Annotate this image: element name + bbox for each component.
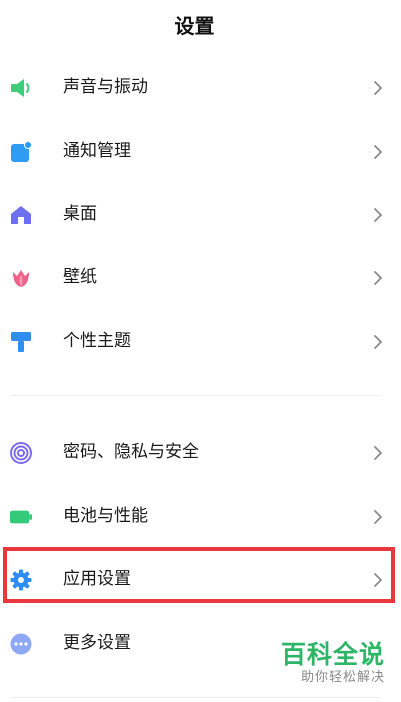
- settings-item-label: 桌面: [63, 204, 97, 224]
- notification-icon: [11, 141, 32, 162]
- more-dots-icon: [10, 633, 32, 655]
- chevron-right-icon: [374, 335, 382, 349]
- fingerprint-icon: [10, 442, 32, 464]
- chevron-right-icon: [374, 510, 382, 524]
- speaker-icon: [11, 79, 30, 97]
- section-divider: [10, 395, 380, 396]
- settings-item-label: 更多设置: [63, 633, 131, 653]
- chevron-right-icon: [374, 446, 382, 460]
- settings-item-label: 电池与性能: [63, 506, 148, 526]
- settings-item-themes[interactable]: 个性主题: [0, 311, 401, 373]
- paint-roller-icon: [11, 332, 31, 352]
- chevron-right-icon: [374, 208, 382, 222]
- watermark-title: 百科全说: [280, 640, 385, 669]
- chevron-right-icon: [374, 81, 382, 95]
- bottom-divider: [10, 697, 380, 698]
- settings-item-wallpaper[interactable]: 壁纸: [0, 247, 401, 309]
- settings-item-sound[interactable]: 声音与振动: [0, 57, 401, 119]
- chevron-right-icon: [374, 271, 382, 285]
- battery-icon: [10, 510, 32, 524]
- watermark-subtitle: 助你轻松解决: [300, 670, 385, 685]
- settings-item-desktop[interactable]: 桌面: [0, 184, 401, 246]
- settings-item-label: 声音与振动: [63, 77, 148, 97]
- tulip-icon: [13, 270, 29, 287]
- home-icon: [11, 206, 31, 224]
- chevron-right-icon: [374, 145, 382, 159]
- settings-item-label: 密码、隐私与安全: [63, 442, 199, 462]
- highlight-box: [3, 547, 395, 603]
- settings-item-security[interactable]: 密码、隐私与安全: [0, 422, 401, 484]
- settings-item-label: 个性主题: [63, 331, 131, 351]
- settings-item-label: 通知管理: [63, 141, 131, 161]
- settings-item-notifications[interactable]: 通知管理: [0, 121, 401, 183]
- page-title: 设置: [174, 14, 215, 38]
- settings-item-label: 壁纸: [63, 267, 97, 287]
- settings-item-battery[interactable]: 电池与性能: [0, 486, 401, 548]
- watermark: 百科全说 助你轻松解决: [281, 640, 385, 686]
